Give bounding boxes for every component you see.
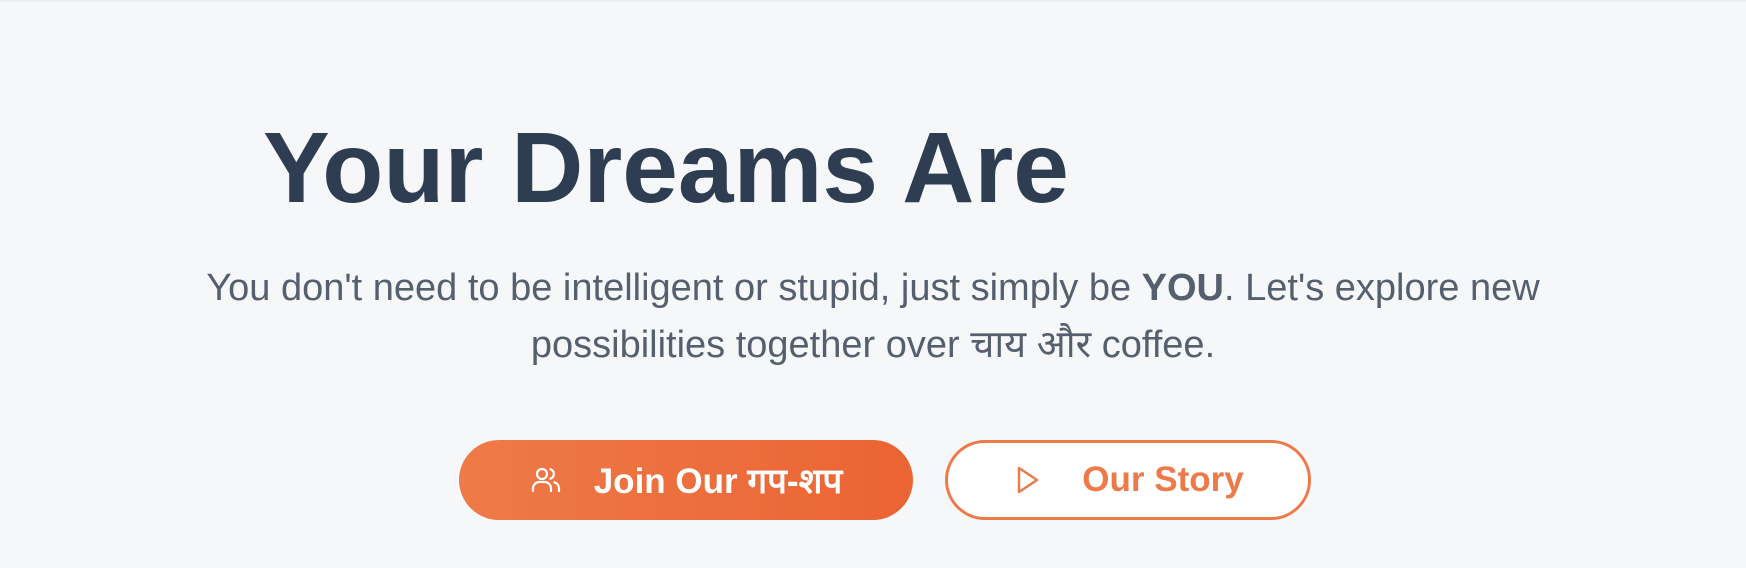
join-button-label: Join Our गप-शप: [593, 461, 843, 501]
hero-headline: Your Dreams Are: [263, 112, 1069, 224]
subtitle-text-start: You don't need to be intelligent or stup…: [206, 267, 1142, 309]
our-story-button-label: Our Story: [1082, 460, 1244, 499]
hero-subtitle: You don't need to be intelligent or stup…: [123, 260, 1623, 374]
users-icon: [530, 464, 562, 496]
join-button[interactable]: Join Our गप-शप: [459, 440, 913, 520]
our-story-button[interactable]: Our Story: [945, 440, 1311, 520]
subtitle-emphasis: YOU: [1141, 267, 1225, 309]
play-icon: [1012, 464, 1044, 496]
hero-section: Your Dreams Are You don't need to be int…: [0, 0, 1746, 568]
